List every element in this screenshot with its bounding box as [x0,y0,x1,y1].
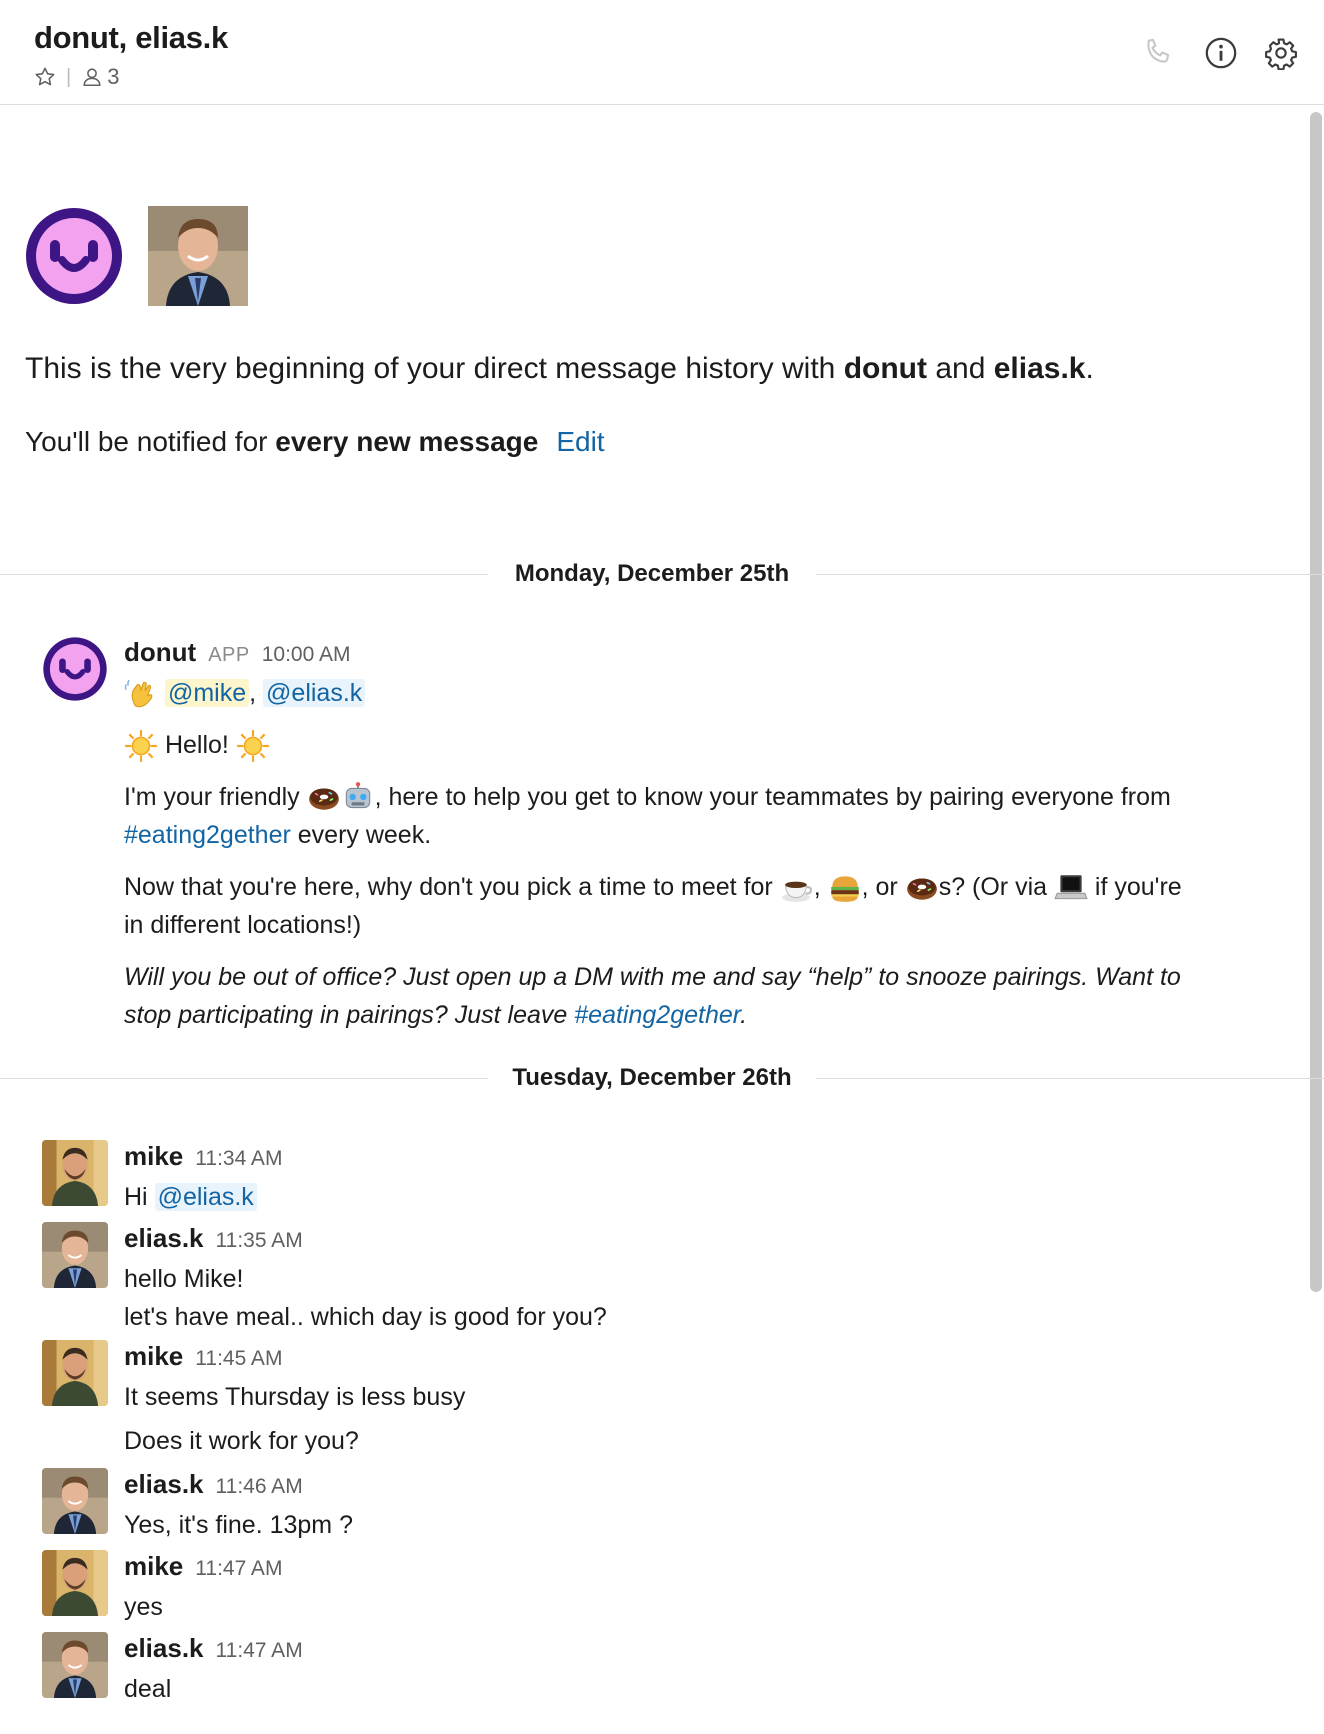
notify-level: every new message [275,426,539,457]
mention-elias[interactable]: @elias.k [263,679,366,707]
message-item: mike 11:47 AM yes [124,1547,1204,1626]
message-text: Does it work for you? [124,1427,359,1455]
meta-separator: | [66,65,72,88]
meet-paragraph-start: Now that you're here, why don't you pick… [124,873,780,901]
elias-avatar[interactable] [42,1222,108,1288]
message-timestamp[interactable]: 11:47 AM [216,1639,303,1662]
intro-paragraph-mid: , here to help you get to know your team… [374,783,1171,811]
intro-text-mid: and [927,352,994,385]
donut-emoji [905,871,939,905]
message-text: Yes, it's fine. 13pm ? [124,1511,353,1539]
elias-avatar[interactable] [42,1468,108,1534]
message-item: elias.k 11:46 AM Yes, it's fine. 13pm ? [124,1465,1204,1544]
notify-prefix: You'll be notified for [25,426,276,457]
sender-name[interactable]: mike [124,1341,183,1371]
message-item: elias.k 11:47 AM deal [124,1629,1204,1708]
channel-link[interactable]: #eating2gether [574,1001,740,1029]
sender-name[interactable]: elias.k [124,1223,204,1253]
intro-text-end: . [1085,352,1094,385]
message-timestamp[interactable]: 11:35 AM [216,1229,303,1252]
person-icon[interactable] [81,66,103,88]
channel-header: donut, elias.k | 3 [0,0,1324,105]
day-label: Monday, December 25th [488,560,816,588]
elias-avatar[interactable] [42,1632,108,1698]
hello-text: Hello! [164,731,229,759]
mike-avatar[interactable] [42,1340,108,1406]
mike-avatar[interactable] [42,1550,108,1616]
donut-emoji [307,781,341,815]
sun-emoji [124,729,158,763]
message-item: mike 11:45 AM It seems Thursday is less b… [124,1337,1204,1460]
meet-paragraph-mid: s? (Or via [938,873,1054,901]
meet-separator: , [813,873,828,901]
message-item: mike 11:34 AM Hi @elias.k [124,1137,1204,1216]
sender-name[interactable]: elias.k [124,1469,204,1499]
info-icon[interactable] [1204,36,1237,69]
donut-message: donut APP 10:00 AM @mike, @elias.k Hello! … [124,633,1204,1034]
mention-separator: , [249,679,257,707]
sender-name[interactable]: mike [124,1141,183,1171]
member-count[interactable]: 3 [107,64,119,90]
channel-meta: | 3 [34,64,119,90]
sun-emoji [236,729,270,763]
mention-mike[interactable]: @mike [164,679,250,707]
message-text: It seems Thursday is less busy [124,1383,466,1411]
mike-avatar[interactable] [42,1140,108,1206]
scrollbar[interactable] [1310,112,1322,1292]
intro-paragraph-end: every week. [290,821,432,849]
meet-separator: , or [861,873,905,901]
dm-intro-text: This is the very beginning of your direc… [25,352,1094,386]
wave-emoji [124,677,158,711]
intro-name-donut: donut [843,352,927,385]
donut-avatar[interactable] [42,636,108,702]
notification-setting: You'll be notified for every new message… [25,426,605,458]
phone-icon[interactable] [1142,36,1174,68]
mention-elias[interactable]: @elias.k [154,1183,257,1211]
day-label: Tuesday, December 26th [488,1064,816,1092]
coffee-emoji [780,871,814,905]
message-item: elias.k 11:35 AM hello Mike! let's have m… [124,1219,1204,1336]
star-icon[interactable] [34,66,56,88]
edit-notifications-link[interactable]: Edit [556,426,604,457]
message-text: Hi [124,1183,155,1211]
channel-title[interactable]: donut, elias.k [34,20,228,56]
message-text: deal [124,1675,172,1703]
donut-avatar[interactable] [24,206,124,306]
intro-text-start: This is the very beginning of your direc… [25,352,844,385]
channel-link[interactable]: #eating2gether [124,821,291,849]
message-timestamp[interactable]: 11:45 AM [195,1347,282,1370]
message-timestamp[interactable]: 10:00 AM [262,643,351,666]
message-text: hello Mike! [124,1265,244,1293]
elias-avatar[interactable] [148,206,248,306]
intro-name-elias: elias.k [993,352,1086,385]
intro-paragraph-start: I'm your friendly [124,783,307,811]
gear-icon[interactable] [1264,36,1297,71]
robot-emoji [341,781,375,815]
message-timestamp[interactable]: 11:34 AM [195,1147,282,1170]
ooo-paragraph-end: . [740,1001,748,1029]
message-timestamp[interactable]: 11:46 AM [216,1475,303,1498]
sender-name[interactable]: donut [124,637,196,667]
burger-emoji [828,871,862,905]
message-text: yes [124,1593,163,1621]
sender-name[interactable]: elias.k [124,1633,204,1663]
message-timestamp[interactable]: 11:47 AM [195,1557,282,1580]
app-badge: APP [208,644,250,666]
sender-name[interactable]: mike [124,1551,183,1581]
laptop-emoji [1054,871,1088,905]
message-text: let's have meal.. which day is good for … [124,1303,607,1331]
